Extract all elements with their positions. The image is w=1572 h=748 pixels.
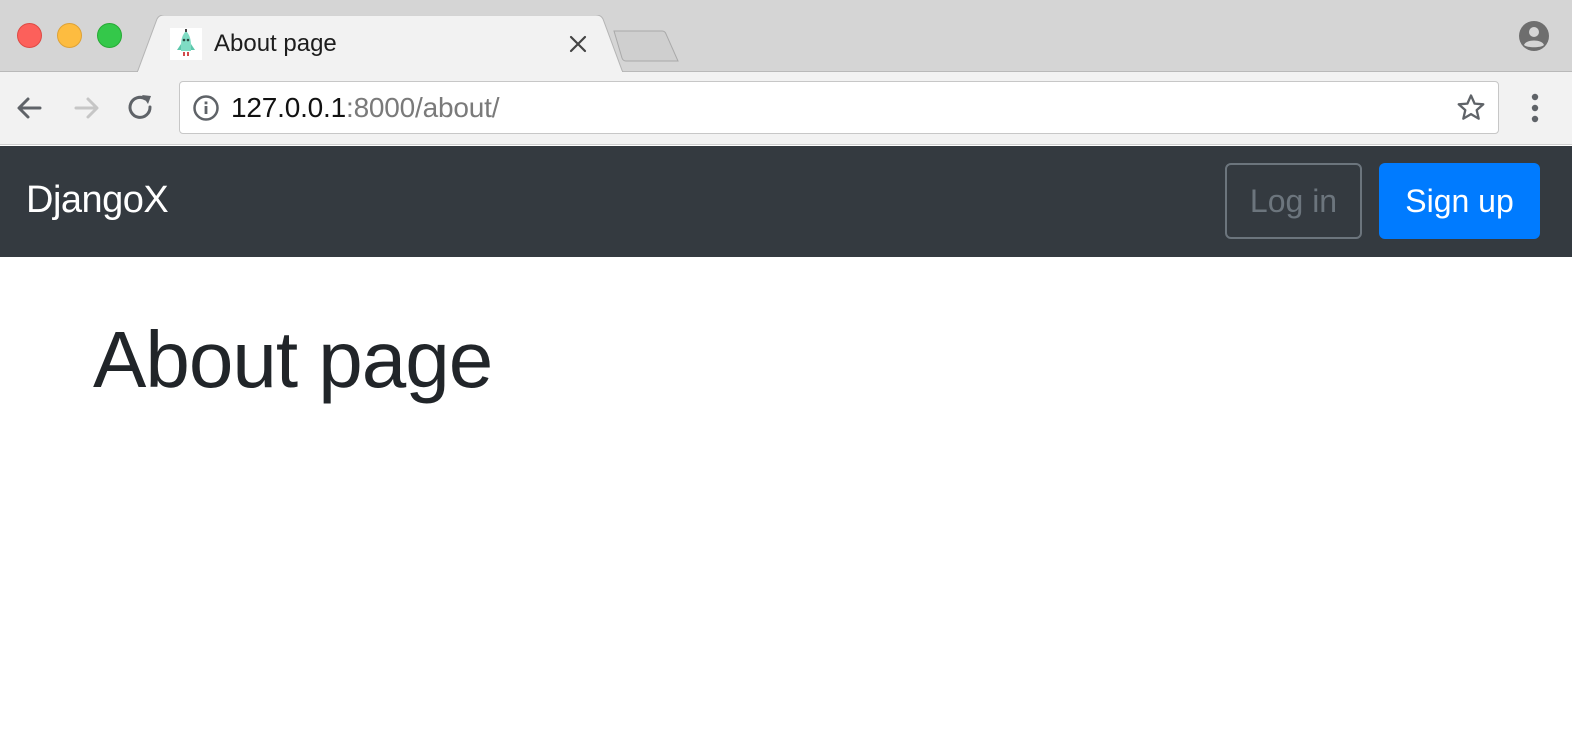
site-navbar: DjangoX Log in Sign up bbox=[0, 146, 1572, 257]
address-bar[interactable]: 127.0.0.1:8000/about/ bbox=[179, 81, 1499, 134]
info-icon[interactable] bbox=[192, 94, 220, 122]
browser-tab-strip: About page bbox=[0, 0, 1572, 73]
window-maximize-button[interactable] bbox=[97, 23, 122, 48]
main-content: About page bbox=[0, 257, 1572, 748]
page-title: About page bbox=[93, 315, 493, 404]
signup-button[interactable]: Sign up bbox=[1379, 163, 1540, 239]
close-icon[interactable] bbox=[568, 34, 588, 54]
url-host: 127.0.0.1 bbox=[231, 92, 346, 123]
brand-link[interactable]: DjangoX bbox=[26, 178, 169, 222]
reload-icon[interactable] bbox=[123, 90, 159, 126]
tab-title: About page bbox=[214, 30, 337, 57]
profile-icon[interactable] bbox=[1518, 20, 1550, 52]
window-close-button[interactable] bbox=[17, 23, 42, 48]
browser-toolbar: 127.0.0.1:8000/about/ bbox=[0, 72, 1572, 145]
url-text[interactable]: 127.0.0.1:8000/about/ bbox=[231, 92, 499, 124]
back-arrow-icon[interactable] bbox=[12, 90, 48, 126]
more-vert-icon[interactable] bbox=[1520, 90, 1550, 126]
rocket-favicon-icon bbox=[170, 28, 202, 60]
star-icon[interactable] bbox=[1456, 93, 1486, 123]
login-button[interactable]: Log in bbox=[1225, 163, 1362, 239]
new-tab-icon[interactable] bbox=[612, 30, 682, 62]
url-path: :8000/about/ bbox=[345, 92, 500, 123]
window-minimize-button[interactable] bbox=[57, 23, 82, 48]
forward-arrow-icon[interactable] bbox=[68, 90, 104, 126]
tab-background bbox=[137, 15, 623, 73]
browser-tab-active[interactable]: About page bbox=[137, 15, 623, 73]
